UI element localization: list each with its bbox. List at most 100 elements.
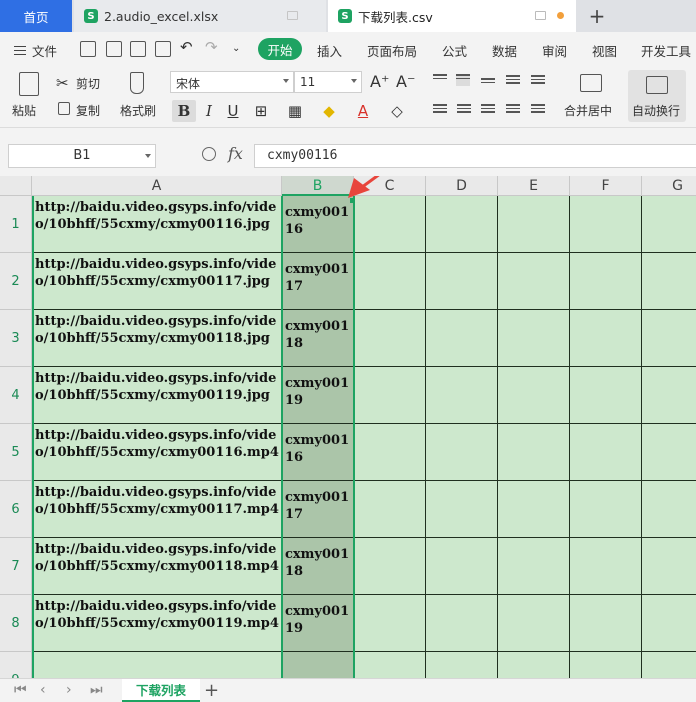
export-icon[interactable]: [106, 41, 122, 57]
row-header[interactable]: 1: [0, 196, 32, 253]
row-header[interactable]: 3: [0, 310, 32, 367]
zoom-search-icon[interactable]: [202, 147, 216, 161]
window-icon[interactable]: [287, 11, 298, 20]
column-header-g[interactable]: G: [642, 176, 696, 196]
next-sheet-icon[interactable]: ›: [66, 682, 72, 698]
sheet-tab-download-list[interactable]: 下载列表: [122, 679, 200, 702]
menu-formula[interactable]: 公式: [442, 41, 467, 60]
cell-empty[interactable]: [498, 367, 570, 424]
add-sheet-icon[interactable]: +: [204, 680, 219, 701]
cell-empty[interactable]: [642, 196, 696, 253]
cell-empty[interactable]: [642, 253, 696, 310]
cell-empty[interactable]: [642, 481, 696, 538]
font-color-icon[interactable]: A: [352, 100, 374, 122]
cell-a[interactable]: http://baidu.video.gsyps.info/video/10bh…: [32, 367, 282, 424]
cell-empty[interactable]: [642, 595, 696, 652]
merge-center-button[interactable]: 合并居中: [564, 102, 612, 119]
cell-empty[interactable]: [498, 595, 570, 652]
cut-button[interactable]: 剪切: [76, 75, 100, 92]
cell-empty[interactable]: [570, 595, 642, 652]
indent-increase-icon[interactable]: [531, 75, 545, 87]
cell-empty[interactable]: [570, 424, 642, 481]
underline-button[interactable]: U: [224, 100, 242, 122]
increase-font-icon[interactable]: A⁺: [370, 72, 389, 91]
cell-empty[interactable]: [498, 538, 570, 595]
prev-sheet-icon[interactable]: ‹: [40, 682, 46, 698]
cell-empty[interactable]: [426, 424, 498, 481]
cell-empty[interactable]: [426, 367, 498, 424]
cell-a[interactable]: [32, 652, 282, 678]
cell-empty[interactable]: [570, 310, 642, 367]
format-painter-button[interactable]: 格式刷: [120, 102, 156, 119]
cell-style-icon[interactable]: ▦: [284, 100, 306, 122]
cell-b[interactable]: cxmy00118: [282, 310, 354, 367]
cell-b[interactable]: cxmy00117: [282, 481, 354, 538]
cell-empty[interactable]: [570, 253, 642, 310]
cell-empty[interactable]: [426, 652, 498, 678]
menu-data[interactable]: 数据: [492, 41, 517, 60]
cell-empty[interactable]: [642, 652, 696, 678]
cell-empty[interactable]: [426, 310, 498, 367]
column-header-f[interactable]: F: [570, 176, 642, 196]
cell-empty[interactable]: [570, 652, 642, 678]
menu-developer[interactable]: 开发工具: [641, 41, 691, 60]
align-right-icon[interactable]: [481, 104, 495, 116]
cell-empty[interactable]: [354, 253, 426, 310]
cell-empty[interactable]: [426, 253, 498, 310]
align-left-icon[interactable]: [433, 104, 447, 116]
wrap-text-button[interactable]: 自动换行: [628, 70, 686, 122]
formula-input[interactable]: cxmy00116: [254, 144, 696, 168]
cell-empty[interactable]: [498, 196, 570, 253]
cell-b[interactable]: cxmy00116: [282, 424, 354, 481]
cell-empty[interactable]: [642, 424, 696, 481]
menu-home-active[interactable]: 开始: [258, 38, 302, 60]
row-header[interactable]: 8: [0, 595, 32, 652]
cell-empty[interactable]: [570, 481, 642, 538]
cell-a[interactable]: http://baidu.video.gsyps.info/video/10bh…: [32, 481, 282, 538]
tab-download-list[interactable]: S 下载列表.csv: [328, 0, 576, 32]
menu-page-layout[interactable]: 页面布局: [367, 41, 417, 60]
fx-icon[interactable]: fx: [228, 144, 243, 163]
sheet-grid[interactable]: A B C D E F G 1 http://baidu.video.gsyps.…: [0, 176, 696, 678]
cell-empty[interactable]: [498, 652, 570, 678]
align-top-icon[interactable]: [433, 74, 447, 86]
cell-a[interactable]: http://baidu.video.gsyps.info/video/10bh…: [32, 310, 282, 367]
indent-decrease-icon[interactable]: [506, 75, 520, 87]
cell-b[interactable]: [282, 652, 354, 678]
new-tab-plus-icon[interactable]: +: [584, 2, 610, 30]
print-icon[interactable]: [130, 41, 146, 57]
distributed-icon[interactable]: [531, 104, 545, 116]
cell-empty[interactable]: [570, 367, 642, 424]
cell-empty[interactable]: [570, 196, 642, 253]
redo-icon[interactable]: ↷: [205, 38, 218, 56]
cell-b[interactable]: cxmy00119: [282, 595, 354, 652]
font-size-select[interactable]: 11: [294, 71, 362, 93]
decrease-font-icon[interactable]: A⁻: [396, 72, 415, 91]
row-header[interactable]: 9: [0, 652, 32, 678]
undo-icon[interactable]: ↶: [180, 38, 193, 56]
cell-empty[interactable]: [642, 538, 696, 595]
row-header[interactable]: 5: [0, 424, 32, 481]
tab-home[interactable]: 首页: [0, 0, 72, 32]
cell-a[interactable]: http://baidu.video.gsyps.info/video/10bh…: [32, 253, 282, 310]
bold-button[interactable]: B: [172, 100, 196, 122]
paste-button[interactable]: 粘贴: [12, 102, 36, 119]
cell-empty[interactable]: [498, 424, 570, 481]
cell-empty[interactable]: [354, 538, 426, 595]
menu-view[interactable]: 视图: [592, 41, 617, 60]
paste-icon[interactable]: [19, 72, 39, 96]
cell-b[interactable]: cxmy00119: [282, 367, 354, 424]
cell-empty[interactable]: [642, 310, 696, 367]
cell-empty[interactable]: [570, 538, 642, 595]
copy-button[interactable]: 复制: [76, 102, 100, 119]
cell-a[interactable]: http://baidu.video.gsyps.info/video/10bh…: [32, 424, 282, 481]
name-box[interactable]: B1: [8, 144, 156, 168]
fill-color-icon[interactable]: ◆: [318, 100, 340, 122]
cell-empty[interactable]: [426, 595, 498, 652]
cell-empty[interactable]: [354, 424, 426, 481]
row-header[interactable]: 2: [0, 253, 32, 310]
italic-button[interactable]: I: [200, 100, 218, 122]
align-middle-icon[interactable]: [456, 74, 470, 86]
last-sheet-icon[interactable]: ⏭: [90, 682, 103, 698]
align-justify-icon[interactable]: [506, 104, 520, 116]
